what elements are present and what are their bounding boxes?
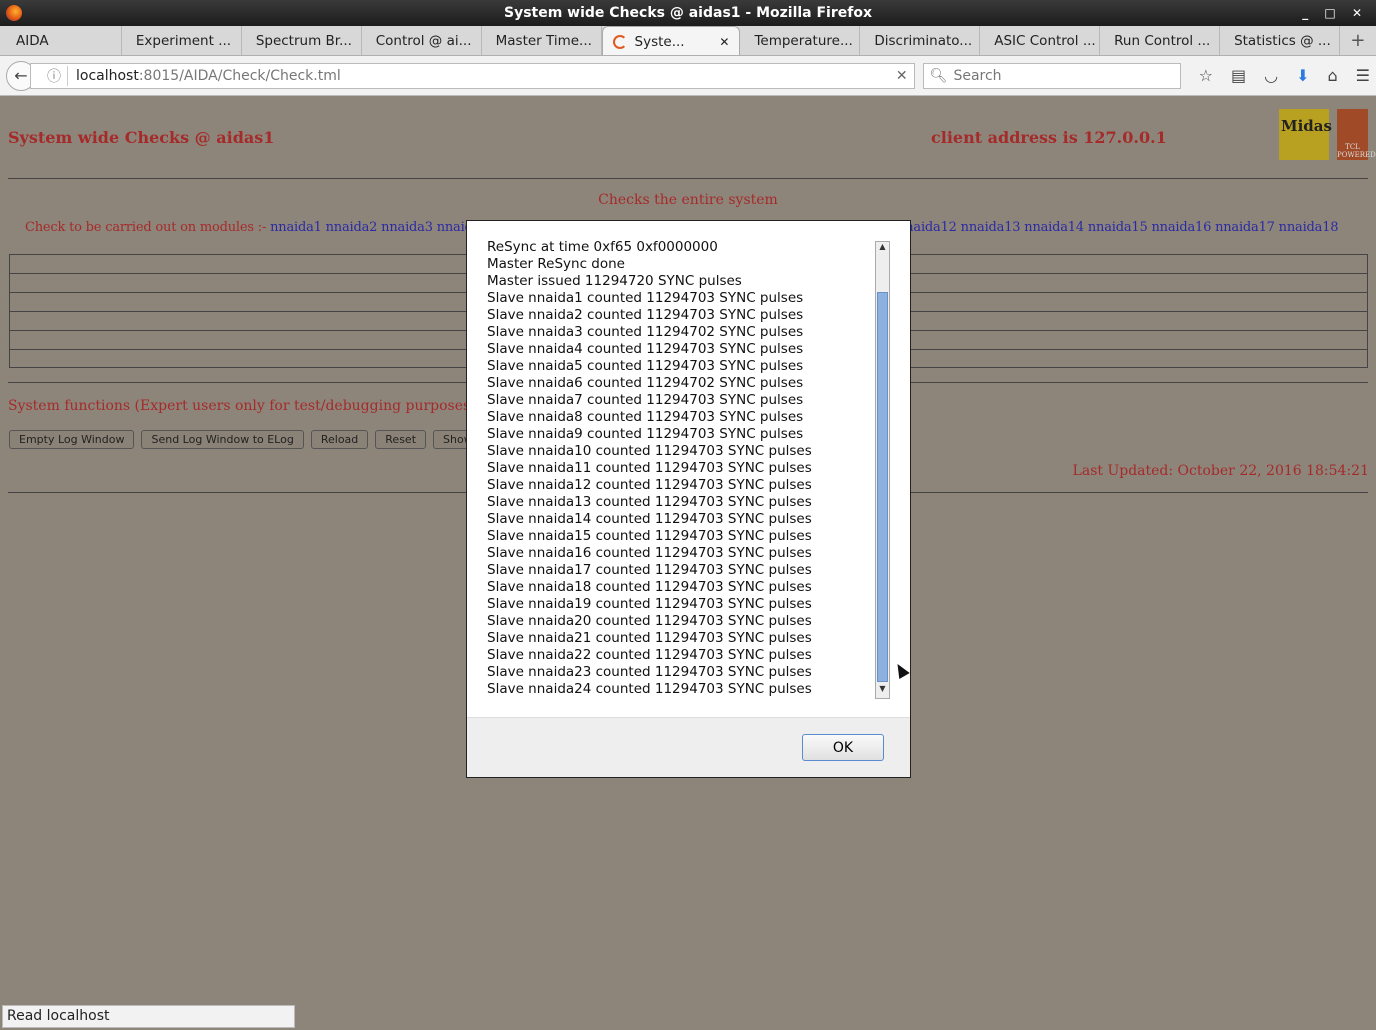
log-line: Slave nnaida14 counted 11294703 SYNC pul…: [487, 511, 812, 527]
page-subtitle: Checks the entire system: [598, 192, 778, 208]
log-line: Slave nnaida11 counted 11294703 SYNC pul…: [487, 460, 812, 476]
tab-5[interactable]: Syste... ✕: [601, 26, 741, 55]
url-path: :8015/AIDA/Check/Check.tml: [138, 67, 341, 84]
log-line: Slave nnaida9 counted 11294703 SYNC puls…: [487, 426, 804, 442]
log-line: Slave nnaida19 counted 11294703 SYNC pul…: [487, 596, 812, 612]
tab-label: ASIC Control ...: [994, 33, 1096, 49]
log-line: ReSync at time 0xf65 0xf0000000: [487, 239, 718, 255]
log-line: Master ReSync done: [487, 256, 625, 272]
function-button-3[interactable]: Reset: [375, 430, 427, 449]
log-line: Slave nnaida20 counted 11294703 SYNC pul…: [487, 613, 812, 629]
tab-1[interactable]: Experiment ...: [122, 26, 242, 55]
alert-dialog: ReSync at time 0xf65 0xf0000000 Master Re…: [466, 220, 911, 778]
tab-label: Master Time...: [495, 33, 592, 49]
log-line: Slave nnaida22 counted 11294703 SYNC pul…: [487, 647, 812, 663]
log-line: Slave nnaida12 counted 11294703 SYNC pul…: [487, 477, 812, 493]
firefox-icon: [6, 5, 22, 21]
log-line: Slave nnaida2 counted 11294703 SYNC puls…: [487, 307, 804, 323]
last-updated: Last Updated: October 22, 2016 18:54:21: [1072, 463, 1369, 479]
log-line: Slave nnaida8 counted 11294703 SYNC puls…: [487, 409, 804, 425]
loading-icon: [612, 35, 627, 49]
tab-0[interactable]: AIDA: [2, 26, 122, 55]
scroll-down-icon[interactable]: ▼: [876, 684, 889, 698]
tab-label: Spectrum Br...: [255, 33, 352, 49]
tab-label: Experiment ...: [135, 33, 232, 49]
nav-bar: ← ⓘ localhost:8015/AIDA/Check/Check.tml …: [0, 56, 1376, 96]
menu-icon[interactable]: ☰: [1356, 66, 1370, 85]
function-button-2[interactable]: Reload: [310, 430, 369, 449]
pocket-icon[interactable]: ◡: [1264, 66, 1278, 85]
url-host: localhost: [76, 67, 139, 84]
log-line: Slave nnaida17 counted 11294703 SYNC pul…: [487, 562, 812, 578]
log-line: Slave nnaida1 counted 11294703 SYNC puls…: [487, 290, 804, 306]
tab-label: Statistics @ ...: [1234, 33, 1331, 49]
log-line: Slave nnaida4 counted 11294703 SYNC puls…: [487, 341, 804, 357]
client-address: client address is 127.0.0.1: [931, 128, 1167, 147]
tab-8[interactable]: ASIC Control ...: [980, 26, 1101, 55]
log-line: Slave nnaida5 counted 11294703 SYNC puls…: [487, 358, 804, 374]
ok-button[interactable]: OK: [802, 734, 884, 761]
log-line: Slave nnaida15 counted 11294703 SYNC pul…: [487, 528, 812, 544]
function-button-1[interactable]: Send Log Window to ELog: [141, 430, 304, 449]
dialog-message: ReSync at time 0xf65 0xf0000000 Master Re…: [487, 239, 872, 698]
search-input[interactable]: 🔍︎ Search: [922, 62, 1181, 89]
search-placeholder: Search: [953, 67, 1002, 84]
home-icon[interactable]: ⌂: [1328, 66, 1338, 85]
log-line: Slave nnaida16 counted 11294703 SYNC pul…: [487, 545, 812, 561]
close-tab-icon[interactable]: ✕: [719, 27, 729, 55]
url-bar[interactable]: ⓘ localhost:8015/AIDA/Check/Check.tml ✕: [30, 62, 915, 89]
tab-4[interactable]: Master Time...: [482, 26, 602, 55]
log-line: Slave nnaida24 counted 11294703 SYNC pul…: [487, 681, 812, 697]
log-line: Slave nnaida3 counted 11294702 SYNC puls…: [487, 324, 804, 340]
tab-label: Control @ ai...: [375, 33, 472, 49]
tab-9[interactable]: Run Control ...: [1100, 26, 1221, 55]
tab-7[interactable]: Discriminato...: [860, 26, 981, 55]
log-line: Slave nnaida21 counted 11294703 SYNC pul…: [487, 630, 812, 646]
status-bar: Read localhost: [2, 1005, 295, 1028]
reading-list-icon[interactable]: ▤: [1231, 66, 1246, 85]
log-line: Slave nnaida10 counted 11294703 SYNC pul…: [487, 443, 812, 459]
tab-10[interactable]: Statistics @ ...: [1220, 26, 1340, 55]
tab-6[interactable]: Temperature...: [740, 26, 861, 55]
tab-3[interactable]: Control @ ai...: [362, 26, 482, 55]
tab-label: Run Control ...: [1114, 33, 1211, 49]
function-button-0[interactable]: Empty Log Window: [9, 430, 135, 449]
midas-logo: Midas: [1279, 109, 1332, 160]
tab-label: AIDA: [16, 33, 49, 49]
search-icon: 🔍︎: [929, 67, 948, 84]
tab-label: Discriminato...: [874, 33, 973, 49]
log-line: Slave nnaida23 counted 11294703 SYNC pul…: [487, 664, 812, 680]
new-tab-button[interactable]: +: [1340, 26, 1376, 55]
bookmark-star-icon[interactable]: ☆: [1199, 66, 1213, 85]
tab-label: Temperature...: [754, 33, 853, 49]
log-line: Slave nnaida18 counted 11294703 SYNC pul…: [487, 579, 812, 595]
log-line: Slave nnaida7 counted 11294703 SYNC puls…: [487, 392, 804, 408]
log-line: Slave nnaida13 counted 11294703 SYNC pul…: [487, 494, 812, 510]
tab-bar: AIDA Experiment ... Spectrum Br... Control …: [0, 26, 1376, 56]
system-functions-label: System functions (Expert users only for …: [8, 398, 493, 414]
dialog-footer: OK: [467, 717, 910, 777]
dialog-scrollbar[interactable]: ▲ ▼: [875, 241, 890, 699]
page-title: System wide Checks @ aidas1: [8, 128, 275, 147]
clear-url-icon[interactable]: ✕: [896, 68, 908, 84]
download-icon[interactable]: ⬇: [1296, 66, 1309, 85]
tcl-logo: TCL POWERED: [1337, 109, 1376, 160]
log-line: Slave nnaida6 counted 11294702 SYNC puls…: [487, 375, 804, 391]
divider: [8, 178, 1368, 179]
window-controls[interactable]: _ □ ✕: [1302, 0, 1368, 26]
window-title: System wide Checks @ aidas1 - Mozilla Fi…: [503, 5, 872, 21]
log-line: Master issued 11294720 SYNC pulses: [487, 273, 742, 289]
scroll-up-icon[interactable]: ▲: [876, 242, 889, 256]
info-icon[interactable]: ⓘ: [47, 65, 68, 86]
window-titlebar: System wide Checks @ aidas1 - Mozilla Fi…: [0, 0, 1376, 26]
tab-label: Syste...: [634, 34, 685, 50]
tab-2[interactable]: Spectrum Br...: [242, 26, 362, 55]
scroll-thumb[interactable]: [877, 292, 888, 682]
